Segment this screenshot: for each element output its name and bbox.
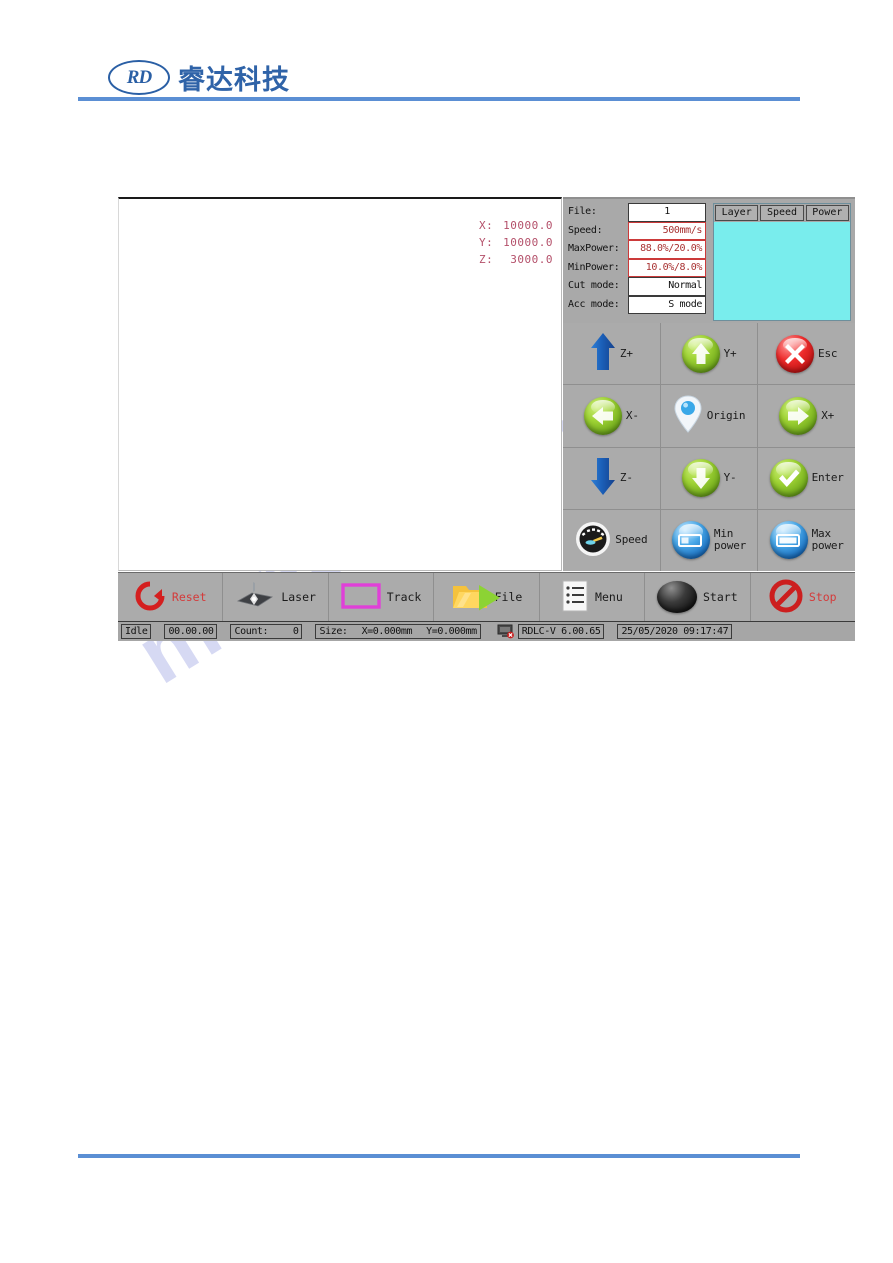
header-divider — [78, 97, 800, 101]
preview-canvas[interactable]: X: 10000.0 Y: 10000.0 Z: 3000.0 — [118, 197, 562, 571]
arrow-down-blue-icon — [590, 457, 616, 500]
parameter-row-file: File: 1 — [566, 203, 707, 222]
coordinate-row: Z: 3000.0 — [479, 251, 553, 268]
status-count-value: 0 — [292, 626, 299, 637]
parameter-label: MinPower: — [568, 261, 620, 273]
parameter-value-speed[interactable]: 500mm/s — [628, 221, 706, 240]
axis-label-x: X: — [479, 219, 494, 232]
key-z-minus[interactable]: Z- — [563, 447, 660, 509]
key-label: Y- — [723, 471, 737, 485]
controller-panel: X: 10000.0 Y: 10000.0 Z: 3000.0 File: 1 … — [118, 197, 855, 646]
coordinate-row: X: 10000.0 — [479, 217, 553, 234]
parameter-row-accmode: Acc mode: S mode — [566, 295, 707, 314]
key-speed[interactable]: Speed — [563, 509, 660, 571]
parameter-value-maxpower[interactable]: 88.0%/20.0% — [628, 240, 706, 259]
key-enter[interactable]: Enter — [758, 447, 855, 509]
coordinate-readout: X: 10000.0 Y: 10000.0 Z: 3000.0 — [479, 217, 553, 268]
speedometer-icon — [575, 521, 611, 560]
key-x-minus[interactable]: X- — [563, 385, 660, 447]
layer-table[interactable]: Layer Speed Power — [713, 203, 851, 321]
jog-keypad: Z+ Y+ Esc X- Origin X+ Z- Y- Enter Speed… — [563, 323, 855, 571]
arrow-right-green-orb-icon — [779, 396, 818, 435]
play-black-orb-icon — [479, 581, 697, 613]
parameter-label: MaxPower: — [568, 243, 620, 254]
layer-column-speed[interactable]: Speed — [760, 205, 804, 221]
parameter-label: Acc mode: — [568, 298, 620, 310]
parameter-label: File: — [568, 206, 597, 217]
parameter-panel: File: 1 Speed: 500mm/s MaxPower: 88.0%/2… — [563, 197, 855, 323]
check-green-orb-icon — [769, 459, 808, 498]
status-count-label: Count: — [234, 626, 269, 637]
arrow-down-green-orb-icon — [681, 459, 720, 498]
battery-full-blue-orb-icon — [769, 521, 808, 560]
key-min-power[interactable]: Min power — [660, 509, 758, 571]
key-label: X- — [625, 408, 639, 422]
key-label: Z- — [619, 471, 633, 485]
rd-logo-icon: RD — [108, 60, 170, 95]
axis-value-z: 3000.0 — [510, 253, 553, 266]
status-size-y: Y=0.000mm — [426, 626, 477, 637]
logo-company-name: 睿达科技 — [178, 65, 290, 96]
axis-value-y: 10000.0 — [503, 236, 553, 249]
battery-low-blue-orb-icon — [671, 521, 710, 560]
parameter-value-file[interactable]: 1 — [628, 203, 706, 222]
arrow-up-blue-icon — [590, 332, 616, 375]
brand-logo: RD 睿达科技 — [108, 58, 290, 97]
page-header: RD 睿达科技 — [0, 0, 893, 110]
toolbar-button-start[interactable]: Start — [479, 573, 750, 621]
parameter-label: Cut mode: — [568, 280, 620, 291]
layer-table-header: Layer Speed Power — [714, 204, 850, 222]
key-y-minus[interactable]: Y- — [660, 447, 758, 509]
key-label: Enter — [811, 471, 844, 485]
parameter-value-accmode[interactable]: S mode — [628, 295, 706, 314]
key-label: Origin — [706, 408, 746, 422]
layer-table-body[interactable] — [714, 222, 850, 320]
parameter-value-cutmode[interactable]: Normal — [628, 277, 706, 296]
axis-value-x: 10000.0 — [503, 219, 553, 232]
status-datetime: 25/05/2020 09:17:47 — [617, 624, 733, 639]
key-esc[interactable]: Esc — [758, 323, 855, 385]
parameter-value-minpower[interactable]: 10.0%/8.0% — [628, 258, 706, 277]
status-count: Count: 0 — [230, 624, 303, 639]
parameter-row-minpower: MinPower: 10.0%/8.0% — [566, 258, 707, 277]
status-bar: Idle 00.00.00 Count: 0 Size: X=0.000mm Y… — [118, 621, 855, 641]
key-origin[interactable]: Origin — [660, 385, 758, 447]
key-y-plus[interactable]: Y+ — [660, 323, 758, 385]
key-label: Z+ — [619, 346, 633, 360]
key-label: Esc — [818, 346, 838, 360]
key-z-plus[interactable]: Z+ — [563, 323, 660, 385]
close-x-red-orb-icon — [776, 334, 815, 373]
status-size: Size: X=0.000mm Y=0.000mm — [315, 624, 481, 639]
function-toolbar: Reset Laser Track File Menu Start Stop — [118, 572, 855, 621]
status-timer: 00.00.00 — [164, 624, 218, 639]
arrow-left-green-orb-icon — [583, 396, 622, 435]
key-label: Min power — [713, 527, 747, 553]
parameter-row-cutmode: Cut mode: Normal — [566, 277, 707, 296]
axis-label-z: Z: — [479, 253, 494, 266]
layer-column-power[interactable]: Power — [805, 205, 849, 221]
key-label: Max power — [811, 527, 844, 553]
status-size-label: Size: — [319, 626, 348, 637]
parameter-row-maxpower: MaxPower: 88.0%/20.0% — [566, 240, 707, 259]
axis-label-y: Y: — [479, 236, 494, 249]
status-size-x: X=0.000mm — [361, 626, 413, 637]
status-state: Idle — [121, 624, 152, 639]
key-label: Speed — [615, 533, 648, 547]
key-x-plus[interactable]: X+ — [758, 385, 855, 447]
parameter-list: File: 1 Speed: 500mm/s MaxPower: 88.0%/2… — [566, 203, 707, 314]
coordinate-row: Y: 10000.0 — [479, 234, 553, 251]
display-disconnected-icon — [497, 624, 515, 639]
arrow-up-green-orb-icon — [681, 334, 720, 373]
parameter-label: Speed: — [568, 224, 603, 236]
footer-divider — [78, 1154, 800, 1158]
key-label: X+ — [821, 408, 835, 422]
key-max-power[interactable]: Max power — [758, 509, 855, 571]
layer-column-layer[interactable]: Layer — [715, 205, 759, 221]
logo-mark-text: RD — [126, 66, 152, 88]
location-pin-icon — [673, 394, 703, 437]
key-label: Y+ — [723, 346, 737, 360]
status-firmware: RDLC-V 6.00.65 — [517, 624, 605, 639]
parameter-row-speed: Speed: 500mm/s — [566, 221, 707, 240]
